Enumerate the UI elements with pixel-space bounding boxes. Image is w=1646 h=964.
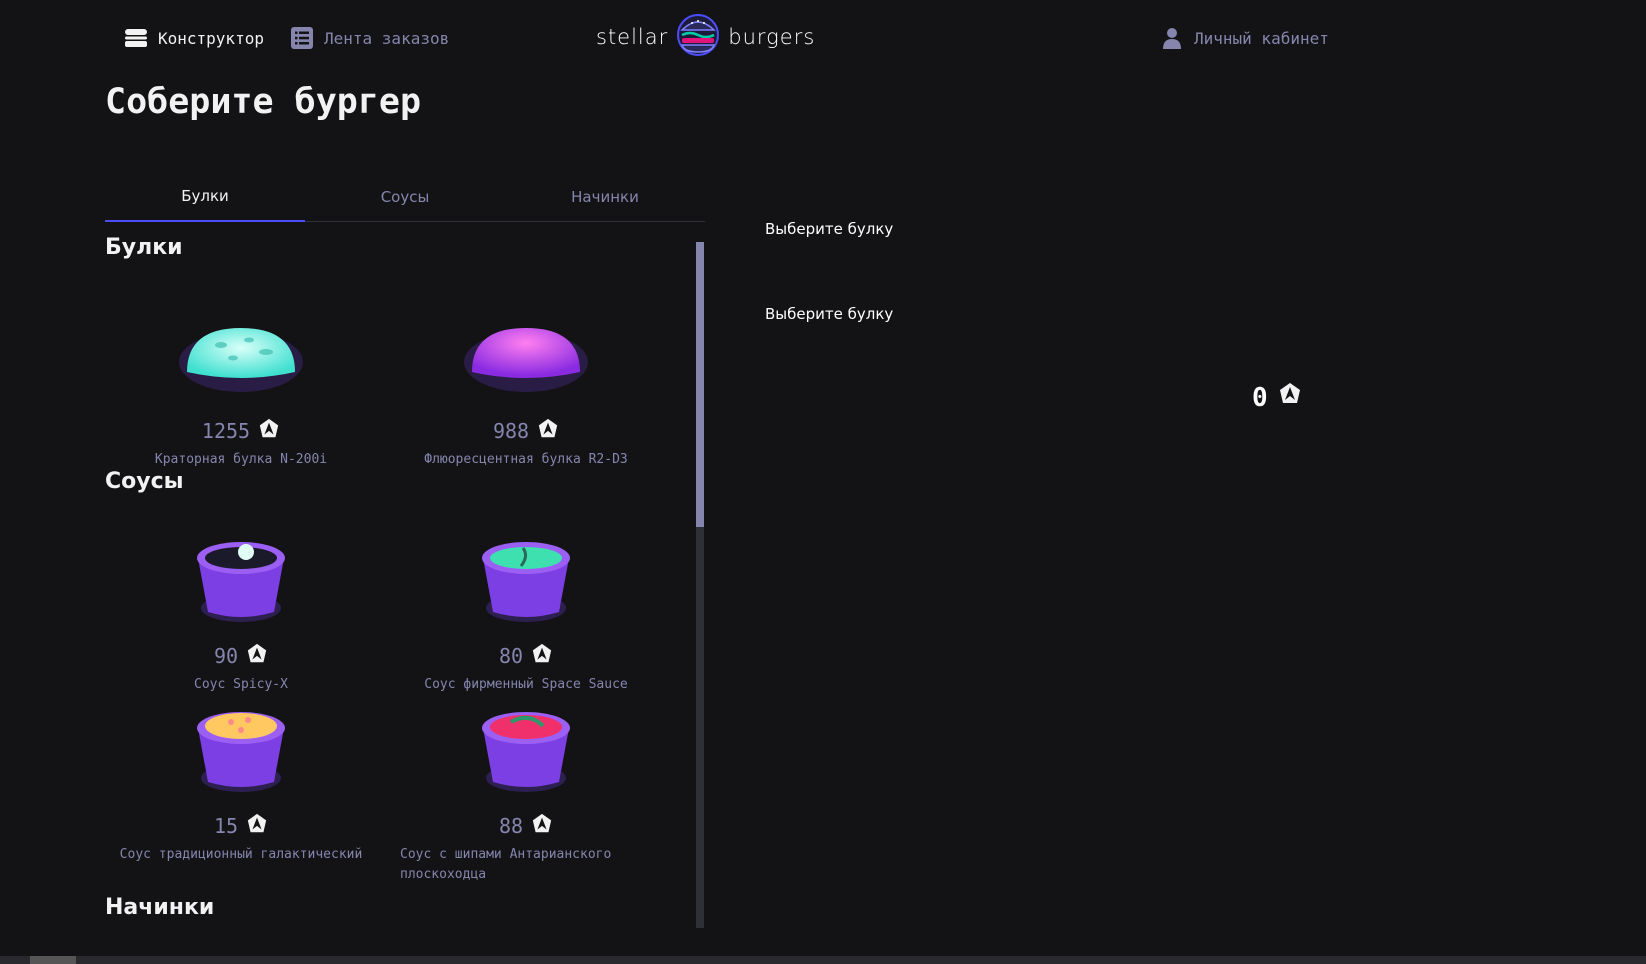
price: 90 bbox=[105, 643, 377, 669]
section-title-buns: Булки bbox=[105, 235, 183, 260]
currency-icon bbox=[531, 643, 553, 670]
ingredient-card[interactable]: 80 Соус фирменный Space Sauce bbox=[390, 525, 662, 695]
tab-fillings[interactable]: Начинки bbox=[505, 172, 705, 222]
sauce-image bbox=[456, 525, 596, 635]
ingredient-name: Соус Spicy-X bbox=[194, 677, 288, 692]
ingredient-card[interactable]: 15 Соус традиционный галактический bbox=[105, 695, 377, 865]
tab-buns[interactable]: Булки bbox=[105, 172, 305, 222]
logo[interactable]: stellar burgers bbox=[596, 12, 890, 62]
ingredient-card[interactable]: 88 Соус с шипами Антарианского плоскоход… bbox=[390, 695, 662, 885]
ingredient-card[interactable]: 90 Соус Spicy-X bbox=[105, 525, 377, 695]
price-value: 988 bbox=[492, 419, 530, 443]
bun-image bbox=[456, 300, 596, 410]
price-value: 90 bbox=[213, 644, 239, 668]
list-icon bbox=[290, 26, 314, 50]
ingredient-name: Соус традиционный галактический bbox=[119, 847, 363, 862]
nav-account-label: Личный кабинет bbox=[1194, 28, 1329, 48]
ingredient-tabs: Булки Соусы Начинки bbox=[105, 172, 705, 222]
nav-constructor[interactable]: Конструктор bbox=[124, 24, 264, 52]
nav-constructor-label: Конструктор bbox=[158, 28, 264, 48]
sauce-image bbox=[171, 695, 311, 805]
logo-text-left: stellar bbox=[596, 25, 669, 49]
currency-icon bbox=[531, 813, 553, 840]
horizontal-scrollbar[interactable] bbox=[0, 956, 1646, 964]
price: 1255 bbox=[105, 418, 377, 444]
nav-order-feed[interactable]: Лента заказов bbox=[290, 24, 449, 52]
profile-icon bbox=[1160, 26, 1184, 50]
price: 988 bbox=[390, 418, 662, 444]
currency-icon bbox=[1278, 382, 1302, 413]
tab-sauces[interactable]: Соусы bbox=[305, 172, 505, 222]
currency-icon bbox=[258, 418, 280, 445]
ingredient-name: Соус с шипами Антарианского плоскоходца bbox=[400, 847, 612, 882]
burger-logo-icon bbox=[676, 12, 720, 62]
scrollbar-thumb[interactable] bbox=[696, 242, 704, 527]
bun-bottom-placeholder[interactable]: Выберите булку bbox=[765, 305, 893, 323]
logo-text-right: burgers bbox=[728, 25, 816, 49]
sauce-image bbox=[456, 695, 596, 805]
price: 88 bbox=[390, 813, 662, 839]
section-title-fillings: Начинки bbox=[105, 895, 215, 920]
total-value: 0 bbox=[1252, 382, 1268, 413]
nav-account[interactable]: Личный кабинет bbox=[1160, 24, 1329, 52]
ingredient-name: Соус фирменный Space Sauce bbox=[424, 677, 628, 692]
ingredient-name: Флюоресцентная булка R2-D3 bbox=[424, 452, 628, 467]
price: 15 bbox=[105, 813, 377, 839]
ingredient-card[interactable]: 988 Флюоресцентная булка R2-D3 bbox=[390, 300, 662, 470]
price-value: 1255 bbox=[201, 419, 251, 443]
section-title-sauces: Соусы bbox=[105, 469, 184, 494]
sauce-image bbox=[171, 525, 311, 635]
currency-icon bbox=[246, 643, 268, 670]
nav-order-feed-label: Лента заказов bbox=[324, 28, 450, 48]
ingredients-list[interactable]: Булки 1255 Краторная булка N-200i 988 Фл… bbox=[105, 235, 705, 928]
horizontal-scrollbar-thumb[interactable] bbox=[30, 956, 76, 964]
page-title: Соберите бургер bbox=[105, 82, 422, 122]
ingredient-name: Краторная булка N-200i bbox=[154, 452, 328, 467]
currency-icon bbox=[537, 418, 559, 445]
burger-icon bbox=[124, 26, 148, 50]
bun-top-placeholder[interactable]: Выберите булку bbox=[765, 220, 893, 238]
currency-icon bbox=[246, 813, 268, 840]
price-value: 15 bbox=[213, 814, 239, 838]
ingredient-card[interactable]: 1255 Краторная булка N-200i bbox=[105, 300, 377, 470]
price: 80 bbox=[390, 643, 662, 669]
app-header: Конструктор Лента заказов stellar burger… bbox=[0, 0, 1646, 78]
bun-image bbox=[171, 300, 311, 410]
order-total: 0 bbox=[1252, 382, 1302, 413]
price-value: 88 bbox=[498, 814, 524, 838]
price-value: 80 bbox=[498, 644, 524, 668]
